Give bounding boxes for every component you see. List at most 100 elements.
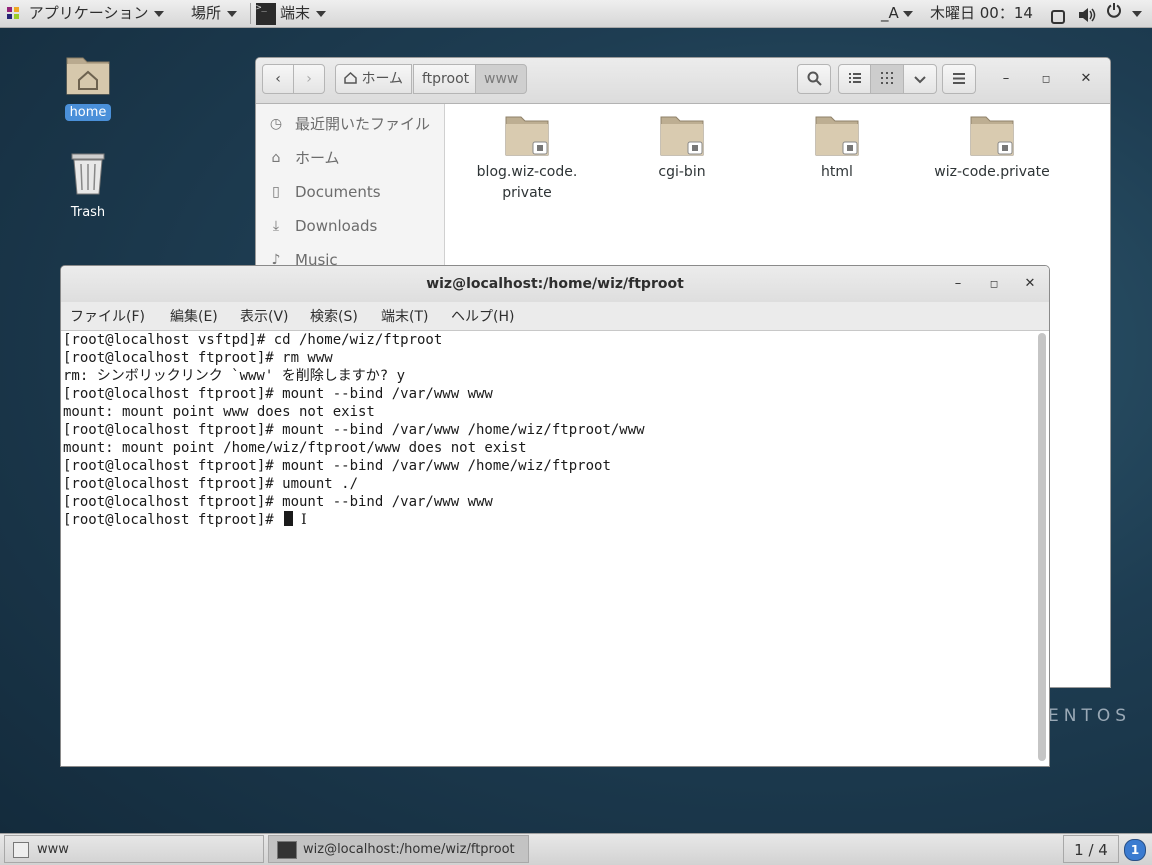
minimize-button[interactable]: – — [995, 61, 1017, 97]
forward-button[interactable]: › — [293, 64, 325, 94]
sidebar-item-label: Documents — [295, 183, 381, 201]
minimize-icon: – — [1002, 71, 1010, 86]
task-button-terminal[interactable]: wiz@localhost:/home/wiz/ftproot — [268, 835, 529, 863]
folder-item[interactable]: wiz-code.private — [917, 114, 1067, 183]
terminal-scrollbar[interactable] — [1038, 333, 1046, 761]
view-options-button[interactable] — [903, 64, 937, 94]
terminal-window[interactable]: wiz@localhost:/home/wiz/ftproot – ◻ ✕ ファ… — [60, 265, 1050, 767]
terminal-menubar: ファイル(F) 編集(E) 表示(V) 検索(S) 端末(T) ヘルプ(H) — [61, 302, 1049, 331]
terminal-icon — [277, 841, 297, 859]
close-button[interactable]: ✕ — [1075, 61, 1097, 97]
breadcrumb-label: ftproot — [422, 71, 470, 87]
window-list-panel: www wiz@localhost:/home/wiz/ftproot 1 / … — [0, 833, 1152, 865]
top-bar: アプリケーション 場所 >_ 端末 _A 木曜日 00：14 — [0, 0, 1152, 28]
workspace-label: 1 / 4 — [1074, 841, 1108, 859]
breadcrumb-ftproot[interactable]: ftproot — [413, 64, 479, 94]
applications-menu[interactable]: アプリケーション — [6, 0, 165, 27]
maximize-button[interactable]: ◻ — [983, 266, 1005, 302]
folder-item[interactable]: cgi-bin — [607, 114, 757, 183]
back-button[interactable]: ‹ — [262, 64, 294, 94]
terminal-output[interactable]: [root@localhost vsftpd]# cd /home/wiz/ft… — [61, 331, 1036, 766]
grid-icon — [881, 66, 893, 94]
chevron-down-icon — [154, 10, 165, 17]
trash-icon — [48, 150, 128, 200]
list-icon — [848, 66, 861, 94]
desktop-home-icon[interactable]: home — [48, 52, 128, 121]
background-logo-text: ENTOS — [1048, 706, 1132, 726]
menu-search[interactable]: 検索(S) — [310, 302, 358, 330]
clock[interactable]: 木曜日 00：14 — [930, 0, 1033, 27]
locked-folder-icon — [917, 114, 1067, 158]
folder-name: blog.wiz-code. — [476, 164, 578, 180]
download-icon: ⤓ — [272, 218, 280, 234]
terminal-app-menu[interactable]: >_ 端末 — [256, 0, 327, 27]
menu-terminal[interactable]: 端末(T) — [381, 302, 428, 330]
file-manager-toolbar: ‹ › ホーム ftproot www – ◻ ✕ — [256, 58, 1110, 104]
sidebar-item-downloads[interactable]: ⤓ Downloads — [256, 209, 444, 243]
folder-item[interactable]: blog.wiz-code. private — [452, 114, 602, 204]
task-button-www[interactable]: www — [4, 835, 264, 863]
terminal-prompt-line: [root@localhost ftproot]# I — [63, 511, 307, 529]
terminal-line: [root@localhost ftproot]# mount --bind /… — [63, 458, 611, 474]
folder-item[interactable]: html — [762, 114, 912, 183]
text-cursor — [284, 511, 294, 526]
places-label: 場所 — [191, 4, 222, 22]
home-icon: ⌂ — [271, 150, 281, 166]
applications-label: アプリケーション — [28, 4, 149, 22]
folder-name: wiz-code.private — [934, 164, 1050, 180]
workspace-switcher[interactable]: 1 / 4 — [1063, 835, 1119, 863]
sidebar-item-documents[interactable]: ▯ Documents — [256, 175, 444, 209]
window-title: wiz@localhost:/home/wiz/ftproot — [426, 276, 684, 292]
desktop-icon-label: Trash — [70, 205, 106, 220]
locked-folder-icon — [762, 114, 912, 158]
locked-folder-icon — [607, 114, 757, 158]
power-icon — [1106, 0, 1122, 27]
folder-name: cgi-bin — [658, 164, 706, 180]
places-menu[interactable]: 場所 — [191, 0, 238, 27]
volume-icon[interactable] — [1078, 5, 1096, 22]
menu-file[interactable]: ファイル(F) — [70, 302, 145, 330]
sidebar-item-recent[interactable]: ◷ 最近開いたファイル — [256, 107, 444, 141]
sidebar-item-label: 最近開いたファイル — [295, 115, 431, 133]
system-menu[interactable] — [1106, 0, 1142, 27]
document-icon: ▯ — [272, 184, 280, 200]
window-icon[interactable] — [1051, 6, 1065, 24]
terminal-line: [root@localhost ftproot]# rm www — [63, 350, 333, 366]
notification-count: 1 — [1130, 843, 1140, 857]
terminal-prompt: [root@localhost ftproot]# — [63, 512, 283, 528]
maximize-icon: ◻ — [1041, 74, 1051, 85]
menu-view[interactable]: 表示(V) — [240, 302, 289, 330]
divider — [250, 3, 251, 24]
sidebar-item-label: Downloads — [295, 217, 378, 235]
notification-badge[interactable]: 1 — [1124, 839, 1146, 861]
sidebar-item-home[interactable]: ⌂ ホーム — [256, 141, 444, 175]
chevron-down-icon — [227, 10, 238, 17]
clock-icon: ◷ — [269, 116, 283, 132]
input-method-label: _A — [881, 4, 899, 22]
file-manager-icon — [13, 842, 29, 858]
menu-edit[interactable]: 編集(E) — [170, 302, 218, 330]
terminal-line: mount: mount point www does not exist — [63, 404, 375, 420]
grid-view-button[interactable] — [870, 64, 904, 94]
terminal-line: [root@localhost vsftpd]# cd /home/wiz/ft… — [63, 332, 443, 348]
terminal-app-label: 端末 — [280, 4, 311, 22]
desktop-trash-icon[interactable]: Trash — [48, 150, 128, 221]
hamburger-icon — [953, 66, 965, 94]
minimize-button[interactable]: – — [947, 266, 969, 302]
breadcrumb-home[interactable]: ホーム — [335, 64, 413, 94]
terminal-line: rm: シンボリックリンク `www' を削除しますか? y — [63, 368, 406, 384]
maximize-icon: ◻ — [989, 279, 999, 290]
terminal-titlebar[interactable]: wiz@localhost:/home/wiz/ftproot – ◻ ✕ — [61, 266, 1049, 302]
breadcrumb-label: www — [484, 71, 519, 87]
desktop-icon-label: home — [64, 104, 112, 121]
search-button[interactable] — [797, 64, 831, 94]
menu-help[interactable]: ヘルプ(H) — [451, 302, 514, 330]
close-button[interactable]: ✕ — [1019, 266, 1041, 302]
maximize-button[interactable]: ◻ — [1035, 61, 1057, 97]
menu-button[interactable] — [942, 64, 976, 94]
close-icon: ✕ — [1080, 71, 1092, 86]
breadcrumb-www[interactable]: www — [475, 64, 527, 94]
list-view-button[interactable] — [838, 64, 871, 94]
breadcrumb-label: ホーム — [361, 71, 404, 87]
input-method-indicator[interactable]: _A — [881, 0, 913, 27]
